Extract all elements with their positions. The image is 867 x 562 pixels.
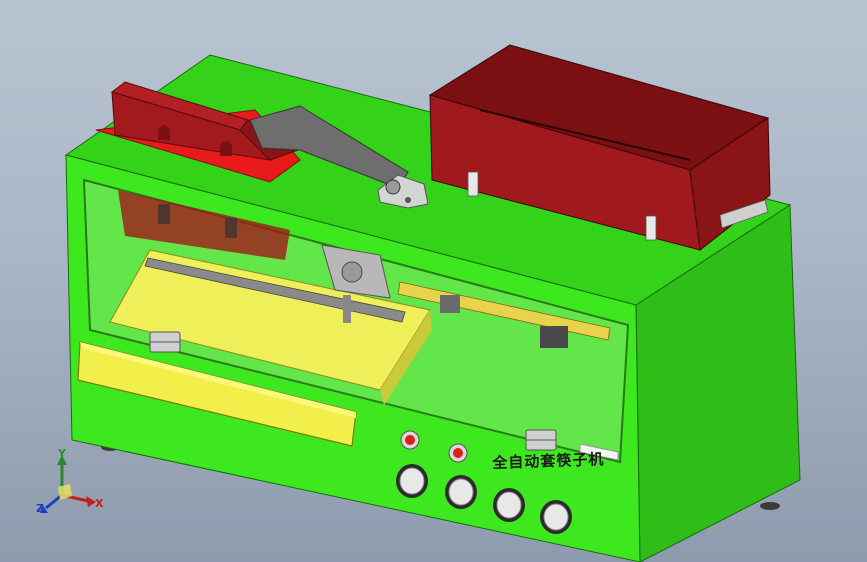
sensor-block [440,295,460,313]
push-button-2[interactable] [445,475,477,509]
interior-bracket-2 [225,218,237,238]
push-button-3[interactable] [493,488,525,522]
bracket-bolt [405,197,411,203]
indicator-light-2-lens [453,448,463,458]
feed-roller [341,261,363,283]
hopper-clip-2 [645,215,657,241]
machine-foot-right [760,502,780,510]
axis-y-label: Y [58,447,66,460]
hopper-clip-1 [467,171,479,197]
mechanism-post [343,295,351,323]
axis-x-label: X [95,497,104,510]
machine-name-label: 全自动套筷子机 [492,450,605,472]
push-button-4[interactable] [540,500,572,534]
indicator-light-1-lens [405,435,415,445]
interior-bracket-1 [158,204,170,224]
push-button-1[interactable] [396,464,428,498]
axis-z-label: Z [36,502,44,515]
machine-scene [40,44,801,562]
stepper-motor [540,326,568,348]
cad-viewport: 全自动套筷子机 Y X Z [0,0,867,562]
axis-triad [40,455,96,513]
arm-pivot-pin [385,179,401,195]
